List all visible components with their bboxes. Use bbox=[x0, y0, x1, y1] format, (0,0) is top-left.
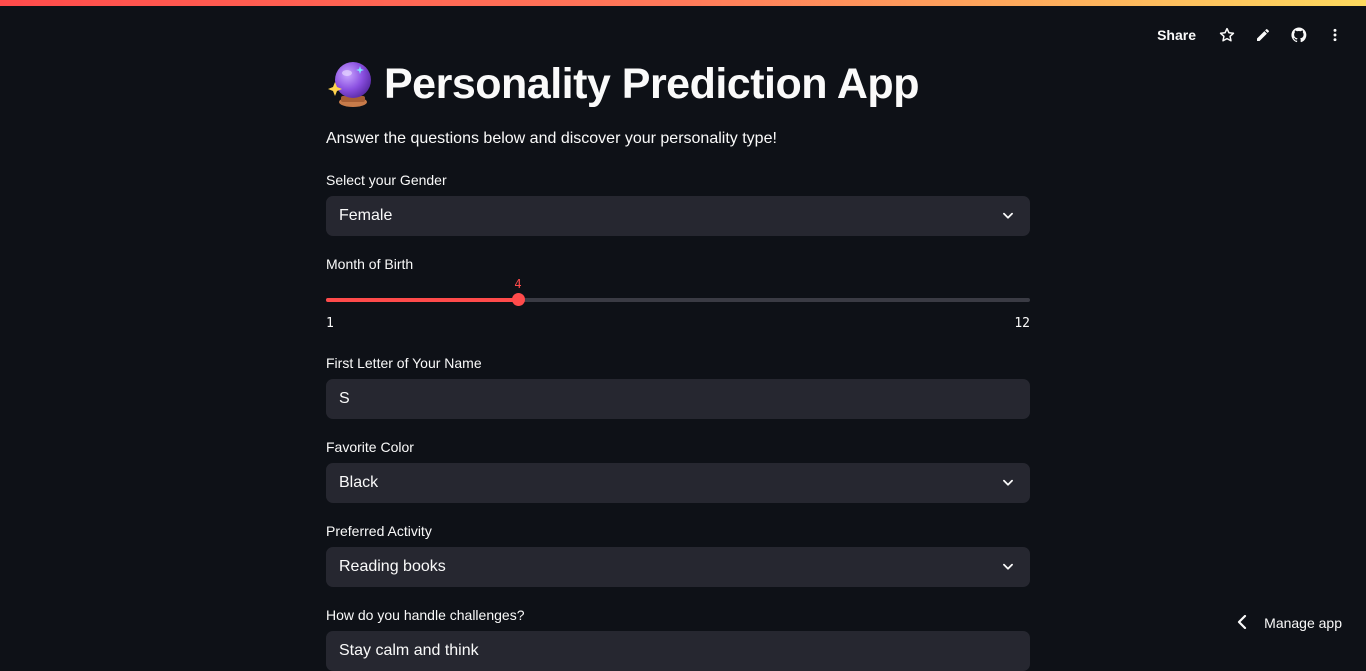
chevron-down-icon bbox=[1001, 475, 1017, 491]
month-slider-fill bbox=[326, 298, 518, 302]
share-button[interactable]: Share bbox=[1157, 27, 1196, 43]
page-header: Personality Prediction App bbox=[326, 58, 919, 110]
month-label: Month of Birth bbox=[326, 256, 414, 272]
gender-select-value: Female bbox=[339, 207, 393, 224]
activity-select-value: Reading books bbox=[339, 558, 446, 575]
star-icon[interactable] bbox=[1216, 24, 1238, 46]
page-title: Personality Prediction App bbox=[384, 59, 919, 108]
challenges-select-value: Stay calm and think bbox=[339, 642, 479, 659]
page-subtitle: Answer the questions below and discover … bbox=[326, 130, 777, 147]
month-slider-min: 1 bbox=[326, 316, 334, 331]
color-label: Favorite Color bbox=[326, 439, 414, 455]
gender-select[interactable]: Female bbox=[326, 196, 1030, 236]
challenges-label: How do you handle challenges? bbox=[326, 607, 525, 623]
top-decoration-bar bbox=[0, 0, 1366, 6]
chevron-left-icon bbox=[1236, 614, 1248, 632]
chevron-down-icon bbox=[1001, 208, 1017, 224]
month-slider[interactable]: 4 bbox=[326, 277, 1030, 306]
challenges-select[interactable]: Stay calm and think bbox=[326, 631, 1030, 671]
gender-label: Select your Gender bbox=[326, 172, 447, 188]
month-slider-max: 12 bbox=[1014, 316, 1030, 331]
month-slider-thumb[interactable] bbox=[512, 293, 525, 306]
activity-select[interactable]: Reading books bbox=[326, 547, 1030, 587]
app-toolbar: Share bbox=[1157, 24, 1346, 46]
color-select[interactable]: Black bbox=[326, 463, 1030, 503]
github-icon[interactable] bbox=[1288, 24, 1310, 46]
month-slider-value: 4 bbox=[514, 277, 522, 291]
activity-label: Preferred Activity bbox=[326, 523, 432, 539]
color-select-value: Black bbox=[339, 474, 379, 491]
manage-app-label: Manage app bbox=[1264, 615, 1342, 631]
first-letter-label: First Letter of Your Name bbox=[326, 355, 482, 371]
chevron-down-icon bbox=[1001, 559, 1017, 575]
crystal-ball-icon bbox=[326, 58, 378, 110]
more-vertical-icon[interactable] bbox=[1324, 24, 1346, 46]
first-letter-input-value: S bbox=[339, 390, 350, 407]
manage-app-button[interactable]: Manage app bbox=[1236, 614, 1342, 632]
first-letter-input[interactable]: S bbox=[326, 379, 1030, 419]
pencil-icon[interactable] bbox=[1252, 24, 1274, 46]
